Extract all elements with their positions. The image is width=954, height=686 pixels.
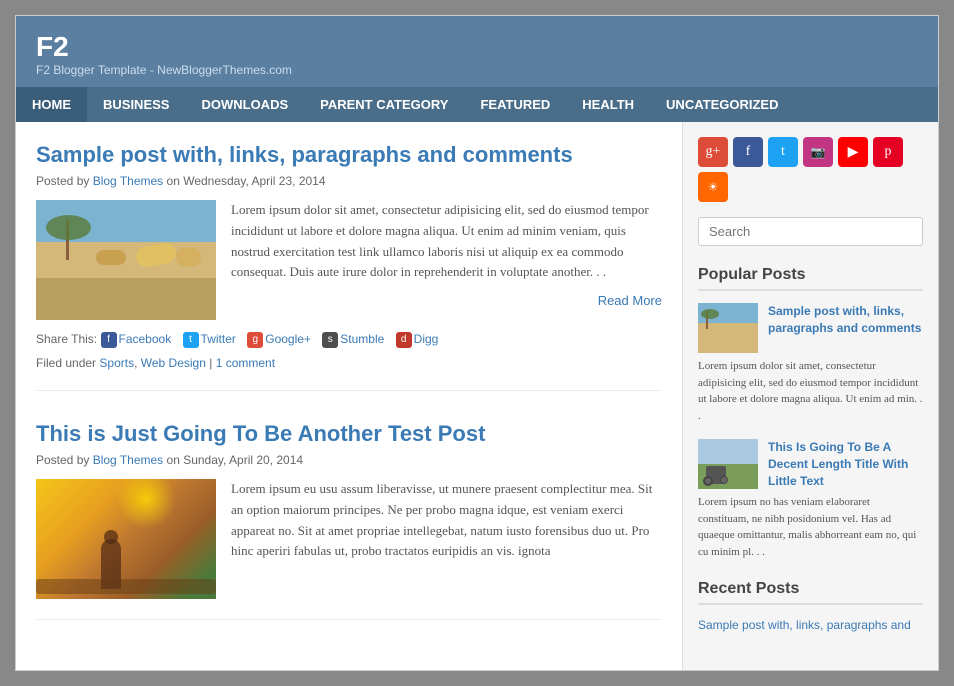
post-1-body: Lorem ipsum dolor sit amet, consectetur … [36,200,662,320]
nav-item-health[interactable]: HEALTH [566,87,650,122]
nav-item-uncategorized[interactable]: UNCATEGORIZED [650,87,794,122]
popular-post-1-excerpt: Lorem ipsum dolor sit amet, consectetur … [698,358,923,424]
tag-web-design[interactable]: Web Design [141,356,206,370]
googleplus-share-link[interactable]: Google+ [265,332,311,346]
post-1-image [36,200,216,320]
post-2-excerpt: Lorem ipsum eu usu assum liberavisse, ut… [231,479,662,599]
post-1-title[interactable]: Sample post with, links, paragraphs and … [36,142,662,168]
pinterest-icon[interactable]: p [873,137,903,167]
nav-item-business[interactable]: BUSINESS [87,87,185,122]
popular-post-2-excerpt: Lorem ipsum no has veniam elaboraret con… [698,494,923,560]
popular-post-1-inner: Sample post with, links, paragraphs and … [698,303,923,353]
digg-share-icon: d [396,332,412,348]
safari-scene-image [36,200,216,320]
nav-item-parent-category[interactable]: PARENT CATEGORY [304,87,464,122]
nav-item-featured[interactable]: FEATURED [464,87,566,122]
content-wrapper: Sample post with, links, paragraphs and … [16,122,938,670]
recent-post-1-link[interactable]: Sample post with, links, paragraphs and [698,618,911,632]
post-1-meta: Posted by Blog Themes on Wednesday, Apri… [36,174,662,188]
instagram-icon[interactable]: 📷 [803,137,833,167]
post-1-excerpt: Lorem ipsum dolor sit amet, consectetur … [231,200,662,320]
nav-bar: HOME BUSINESS DOWNLOADS PARENT CATEGORY … [16,87,938,122]
main-content: Sample post with, links, paragraphs and … [16,122,683,670]
post-2-author[interactable]: Blog Themes [93,453,163,467]
popular-post-2-inner: This Is Going To Be A Decent Length Titl… [698,439,923,489]
post-2-date: Sunday, April 20, 2014 [183,453,303,467]
nav-item-home[interactable]: HOME [16,87,87,122]
search-box [698,217,923,246]
tag-sports[interactable]: Sports [99,356,134,370]
popular-posts-section: Popular Posts Sample post with, links, p… [698,266,923,560]
facebook-icon[interactable]: f [733,137,763,167]
googleplus-share-icon: g [247,332,263,348]
post-2: This is Just Going To Be Another Test Po… [36,421,662,620]
post-1-author[interactable]: Blog Themes [93,174,163,188]
twitter-icon[interactable]: t [768,137,798,167]
gplus-icon[interactable]: g+ [698,137,728,167]
stumble-share-icon: s [322,332,338,348]
facebook-share-icon: f [101,332,117,348]
nav-item-downloads[interactable]: DOWNLOADS [185,87,304,122]
post-1-share: Share This: fFacebook tTwitter gGoogle+ … [36,332,662,348]
rss-icon[interactable]: ☀ [698,172,728,202]
recent-posts-section: Recent Posts Sample post with, links, pa… [698,580,923,634]
post-1-read-more-link[interactable]: Read More [598,293,662,308]
recent-post-1: Sample post with, links, paragraphs and [698,617,923,634]
popular-posts-title: Popular Posts [698,266,923,291]
popular-post-2: This Is Going To Be A Decent Length Titl… [698,439,923,560]
site-title: F2 [36,31,918,63]
facebook-share-link[interactable]: Facebook [119,332,172,346]
twitter-share-link[interactable]: Twitter [201,332,236,346]
post-1-filed-under: Filed under Sports, Web Design | 1 comme… [36,356,662,370]
twitter-share-icon: t [183,332,199,348]
sidebar: g+ f t 📷 ▶ p ☀ Popular Posts [683,122,938,670]
popular-post-2-title[interactable]: This Is Going To Be A Decent Length Titl… [768,439,923,489]
girl-image [36,479,216,599]
post-2-image [36,479,216,599]
post-2-title[interactable]: This is Just Going To Be Another Test Po… [36,421,662,447]
search-input[interactable] [698,217,923,246]
post-2-meta: Posted by Blog Themes on Sunday, April 2… [36,453,662,467]
stumble-share-link[interactable]: Stumble [340,332,384,346]
post-1: Sample post with, links, paragraphs and … [36,142,662,391]
site-header: F2 F2 Blogger Template - NewBloggerTheme… [16,16,938,87]
post-1-date: Wednesday, April 23, 2014 [183,174,325,188]
post-1-read-more: Read More [231,291,662,312]
popular-post-1-thumb [698,303,758,353]
popular-post-1: Sample post with, links, paragraphs and … [698,303,923,424]
post-2-body: Lorem ipsum eu usu assum liberavisse, ut… [36,479,662,599]
post-1-comments[interactable]: 1 comment [216,356,275,370]
popular-post-2-thumb [698,439,758,489]
social-icons-group: g+ f t 📷 ▶ p ☀ [698,137,923,202]
popular-post-1-title[interactable]: Sample post with, links, paragraphs and … [768,303,923,353]
youtube-icon[interactable]: ▶ [838,137,868,167]
site-tagline: F2 Blogger Template - NewBloggerThemes.c… [36,63,918,77]
digg-share-link[interactable]: Digg [414,332,439,346]
recent-posts-title: Recent Posts [698,580,923,605]
share-label: Share This: [36,332,97,346]
